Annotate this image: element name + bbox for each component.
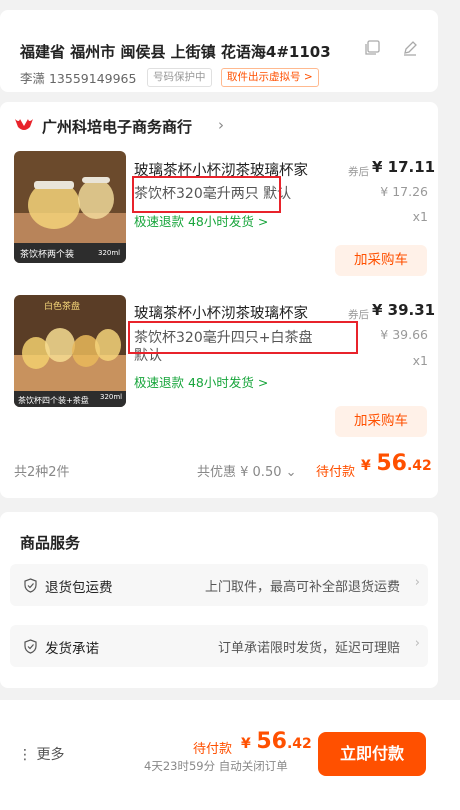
thumb-badge: 320ml xyxy=(98,249,120,257)
shield-check-icon xyxy=(23,578,38,593)
add-to-cart-button[interactable]: 加采购车 xyxy=(335,245,427,276)
countdown-text: 4天23时59分 自动关闭订单 xyxy=(144,759,288,773)
discount-toggle[interactable]: 共优惠 ¥ 0.50 ⌄ xyxy=(197,461,297,480)
amount-dec: .42 xyxy=(406,458,432,474)
pay-now-button[interactable]: 立即付款 xyxy=(318,732,426,776)
pay-label: 待付款 xyxy=(193,742,233,757)
quantity: x1 xyxy=(412,209,428,224)
service-name: 退货包运费 xyxy=(45,580,113,596)
amount-int: 56 xyxy=(256,729,287,754)
thumb-top-label: 白色茶盘 xyxy=(44,300,80,312)
original-price: ¥ 39.66 xyxy=(380,327,428,342)
highlight-box xyxy=(128,321,358,354)
edit-icon[interactable] xyxy=(402,40,418,56)
services-title: 商品服务 xyxy=(20,534,81,552)
shop-logo-icon xyxy=(14,117,34,133)
service-desc: 上门取件，最高可补全部退货运费 xyxy=(204,580,400,595)
currency-symbol: ¥ xyxy=(361,458,371,474)
product-title[interactable]: 玻璃茶杯小杯沏茶玻璃杯家 xyxy=(134,302,308,323)
product-image[interactable]: 白色茶盘 茶饮杯四个装+茶盘 320ml xyxy=(14,295,126,407)
item-count: 共2种2件 xyxy=(14,465,70,480)
virtual-number-tag[interactable]: 取件出示虚拟号 > xyxy=(221,68,319,87)
thumb-caption: 茶饮杯两个装 xyxy=(20,248,74,260)
product-price: ¥ 17.11 xyxy=(372,158,436,176)
amount-int: 56 xyxy=(376,451,407,476)
copy-icon[interactable] xyxy=(364,40,380,56)
more-menu[interactable]: ⋮ 更多 xyxy=(18,744,64,764)
service-tags[interactable]: 极速退款 48小时发货 > xyxy=(134,211,268,230)
price-label: 券后 xyxy=(348,166,369,178)
thumb-badge: 320ml xyxy=(100,393,122,401)
shop-chevron-icon[interactable]: › xyxy=(218,116,224,134)
shop-name[interactable]: 广州科培电子商务商行 xyxy=(42,116,192,137)
total-amount: ¥ 56.42 xyxy=(361,451,432,476)
address-text: 福建省 福州市 闽侯县 上街镇 花语海4#1103 xyxy=(20,43,331,61)
service-name: 发货承诺 xyxy=(45,641,99,657)
thumb-caption: 茶饮杯四个装+茶盘 xyxy=(18,395,89,405)
add-to-cart-button[interactable]: 加采购车 xyxy=(335,406,427,437)
pay-label: 待付款 xyxy=(316,465,356,480)
product-image[interactable]: 茶饮杯两个装 320ml xyxy=(14,151,126,263)
contact-info: 李潇 13559149965 xyxy=(20,71,137,86)
service-row-shipping-promise[interactable]: 发货承诺 订单承诺限时发货，延迟可理赔 › xyxy=(10,625,428,667)
currency-symbol: ¥ xyxy=(241,736,251,752)
address-card[interactable]: 福建省 福州市 闽侯县 上街镇 花语海4#1103 李潇 13559149965… xyxy=(0,10,438,92)
amount-dec: .42 xyxy=(286,736,312,752)
total-amount: ¥ 56.42 xyxy=(241,729,312,754)
privacy-tag: 号码保护中 xyxy=(147,68,212,87)
highlight-box xyxy=(132,176,281,213)
chevron-right-icon: › xyxy=(414,575,420,590)
shield-check-icon xyxy=(23,639,38,654)
service-tags[interactable]: 极速退款 48小时发货 > xyxy=(134,372,268,391)
price-label: 券后 xyxy=(348,309,369,321)
chevron-right-icon: › xyxy=(414,636,420,651)
original-price: ¥ 17.26 xyxy=(380,184,428,199)
product-price: ¥ 39.31 xyxy=(372,301,436,319)
quantity: x1 xyxy=(412,353,428,368)
service-desc: 订单承诺限时发货，延迟可理赔 xyxy=(217,641,400,656)
service-row-return-shipping[interactable]: 退货包运费 上门取件，最高可补全部退货运费 › xyxy=(10,564,428,606)
